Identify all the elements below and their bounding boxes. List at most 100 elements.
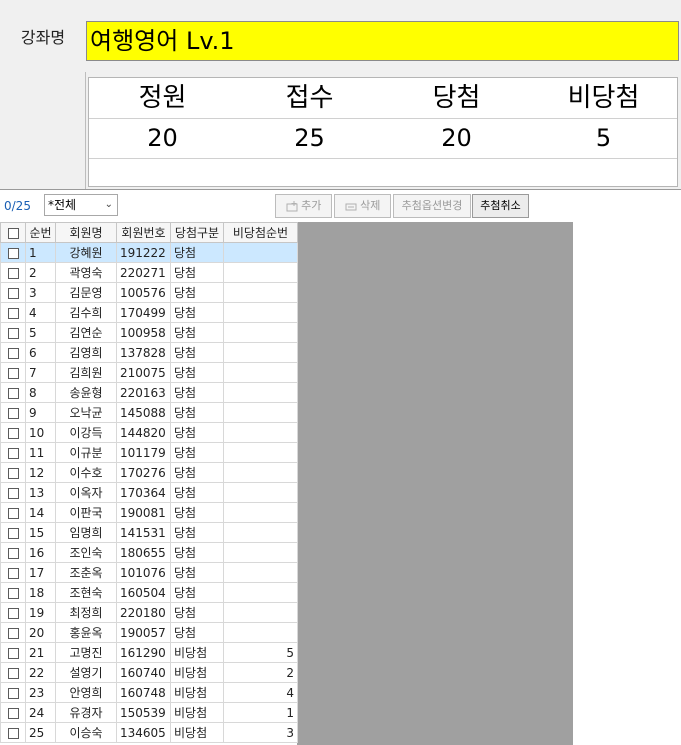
cell-name: 안영희 [55,682,117,703]
cell-member-id: 145088 [116,402,171,423]
col-header-name[interactable]: 회원명 [55,222,117,243]
row-checkbox[interactable] [0,322,26,343]
cell-name: 오낙균 [55,402,117,423]
cell-status: 당첨 [170,502,224,523]
row-checkbox[interactable] [0,302,26,323]
row-checkbox[interactable] [0,682,26,703]
table-row[interactable]: 13 이옥자 170364 당첨 [0,482,298,503]
cell-member-id: 220163 [116,382,171,403]
row-checkbox[interactable] [0,622,26,643]
cell-waitlist-rank [223,502,298,523]
checkbox-icon [7,327,19,339]
table-row[interactable]: 8 송윤형 220163 당첨 [0,382,298,403]
cancel-draw-button[interactable]: 추첨취소 [472,194,529,218]
cell-status: 당첨 [170,622,224,643]
table-row[interactable]: 19 최정희 220180 당첨 [0,602,298,623]
grid-empty-area [297,222,573,745]
checkbox-icon [7,307,19,319]
cell-waitlist-rank [223,422,298,443]
table-row[interactable]: 11 이규분 101179 당첨 [0,442,298,463]
chevron-down-icon: ⌄ [104,199,113,210]
cell-no: 14 [25,502,56,523]
table-row[interactable]: 3 김문영 100576 당첨 [0,282,298,303]
table-row[interactable]: 20 홍윤옥 190057 당첨 [0,622,298,643]
cell-status: 당첨 [170,262,224,283]
row-checkbox[interactable] [0,642,26,663]
select-all-checkbox[interactable] [0,222,26,243]
table-row[interactable]: 6 김영희 137828 당첨 [0,342,298,363]
row-checkbox[interactable] [0,722,26,743]
table-row[interactable]: 22 설영기 160740 비당첨 2 [0,662,298,683]
row-checkbox[interactable] [0,542,26,563]
cell-name: 송윤형 [55,382,117,403]
cell-no: 11 [25,442,56,463]
table-row[interactable]: 25 이승숙 134605 비당첨 3 [0,722,298,743]
table-row[interactable]: 4 김수희 170499 당첨 [0,302,298,323]
cell-status: 비당첨 [170,722,224,743]
row-checkbox[interactable] [0,402,26,423]
cell-no: 20 [25,622,56,643]
col-header-member-id[interactable]: 회원번호 [116,222,171,243]
table-row[interactable]: 15 임명희 141531 당첨 [0,522,298,543]
row-checkbox[interactable] [0,262,26,283]
add-button[interactable]: 추가 [275,194,332,218]
col-header-no[interactable]: 순번 [25,222,56,243]
cell-name: 김영희 [55,342,117,363]
cell-status: 비당첨 [170,642,224,663]
table-row[interactable]: 5 김연순 100958 당첨 [0,322,298,343]
row-checkbox[interactable] [0,442,26,463]
cell-member-id: 191222 [116,242,171,263]
table-row[interactable]: 12 이수호 170276 당첨 [0,462,298,483]
row-checkbox[interactable] [0,362,26,383]
row-checkbox[interactable] [0,662,26,683]
cell-waitlist-rank [223,282,298,303]
table-row[interactable]: 16 조인숙 180655 당첨 [0,542,298,563]
row-checkbox[interactable] [0,422,26,443]
filter-select[interactable]: *전체 ⌄ [44,194,118,216]
table-row[interactable]: 24 유경자 150539 비당첨 1 [0,702,298,723]
cell-status: 당첨 [170,302,224,323]
checkbox-icon [7,487,19,499]
table-row[interactable]: 10 이강득 144820 당첨 [0,422,298,443]
cell-member-id: 137828 [116,342,171,363]
course-name-field[interactable]: 여행영어 Lv.1 [86,21,679,61]
row-checkbox[interactable] [0,462,26,483]
cell-name: 김연순 [55,322,117,343]
row-checkbox[interactable] [0,382,26,403]
table-row[interactable]: 7 김희원 210075 당첨 [0,362,298,383]
table-row[interactable]: 23 안영희 160748 비당첨 4 [0,682,298,703]
cell-waitlist-rank: 2 [223,662,298,683]
row-checkbox[interactable] [0,482,26,503]
delete-button[interactable]: 삭제 [334,194,391,218]
checkbox-icon [7,267,19,279]
table-row[interactable]: 2 곽영숙 220271 당첨 [0,262,298,283]
row-checkbox[interactable] [0,702,26,723]
row-checkbox[interactable] [0,582,26,603]
row-checkbox[interactable] [0,282,26,303]
row-checkbox[interactable] [0,602,26,623]
change-option-button[interactable]: 추첨옵션변경 [393,194,471,218]
table-row[interactable]: 17 조춘옥 101076 당첨 [0,562,298,583]
cell-status: 비당첨 [170,702,224,723]
row-checkbox[interactable] [0,502,26,523]
stats-header-row: 정원 접수 당첨 비당첨 [89,78,677,119]
cell-waitlist-rank [223,622,298,643]
row-checkbox[interactable] [0,562,26,583]
cell-name: 설영기 [55,662,117,683]
checkbox-icon [7,427,19,439]
col-header-status[interactable]: 당첨구분 [170,222,224,243]
table-row[interactable]: 18 조현숙 160504 당첨 [0,582,298,603]
table-row[interactable]: 21 고명진 161290 비당첨 5 [0,642,298,663]
cell-member-id: 101179 [116,442,171,463]
row-checkbox[interactable] [0,242,26,263]
col-header-waitlist-rank[interactable]: 비당첨순번 [223,222,298,243]
cell-name: 이규분 [55,442,117,463]
row-checkbox[interactable] [0,522,26,543]
stat-value-lost: 5 [595,124,612,152]
cell-member-id: 170276 [116,462,171,483]
row-checkbox[interactable] [0,342,26,363]
table-row[interactable]: 9 오낙균 145088 당첨 [0,402,298,423]
cell-no: 4 [25,302,56,323]
table-row[interactable]: 14 이판국 190081 당첨 [0,502,298,523]
table-row[interactable]: 1 강혜원 191222 당첨 [0,242,298,263]
